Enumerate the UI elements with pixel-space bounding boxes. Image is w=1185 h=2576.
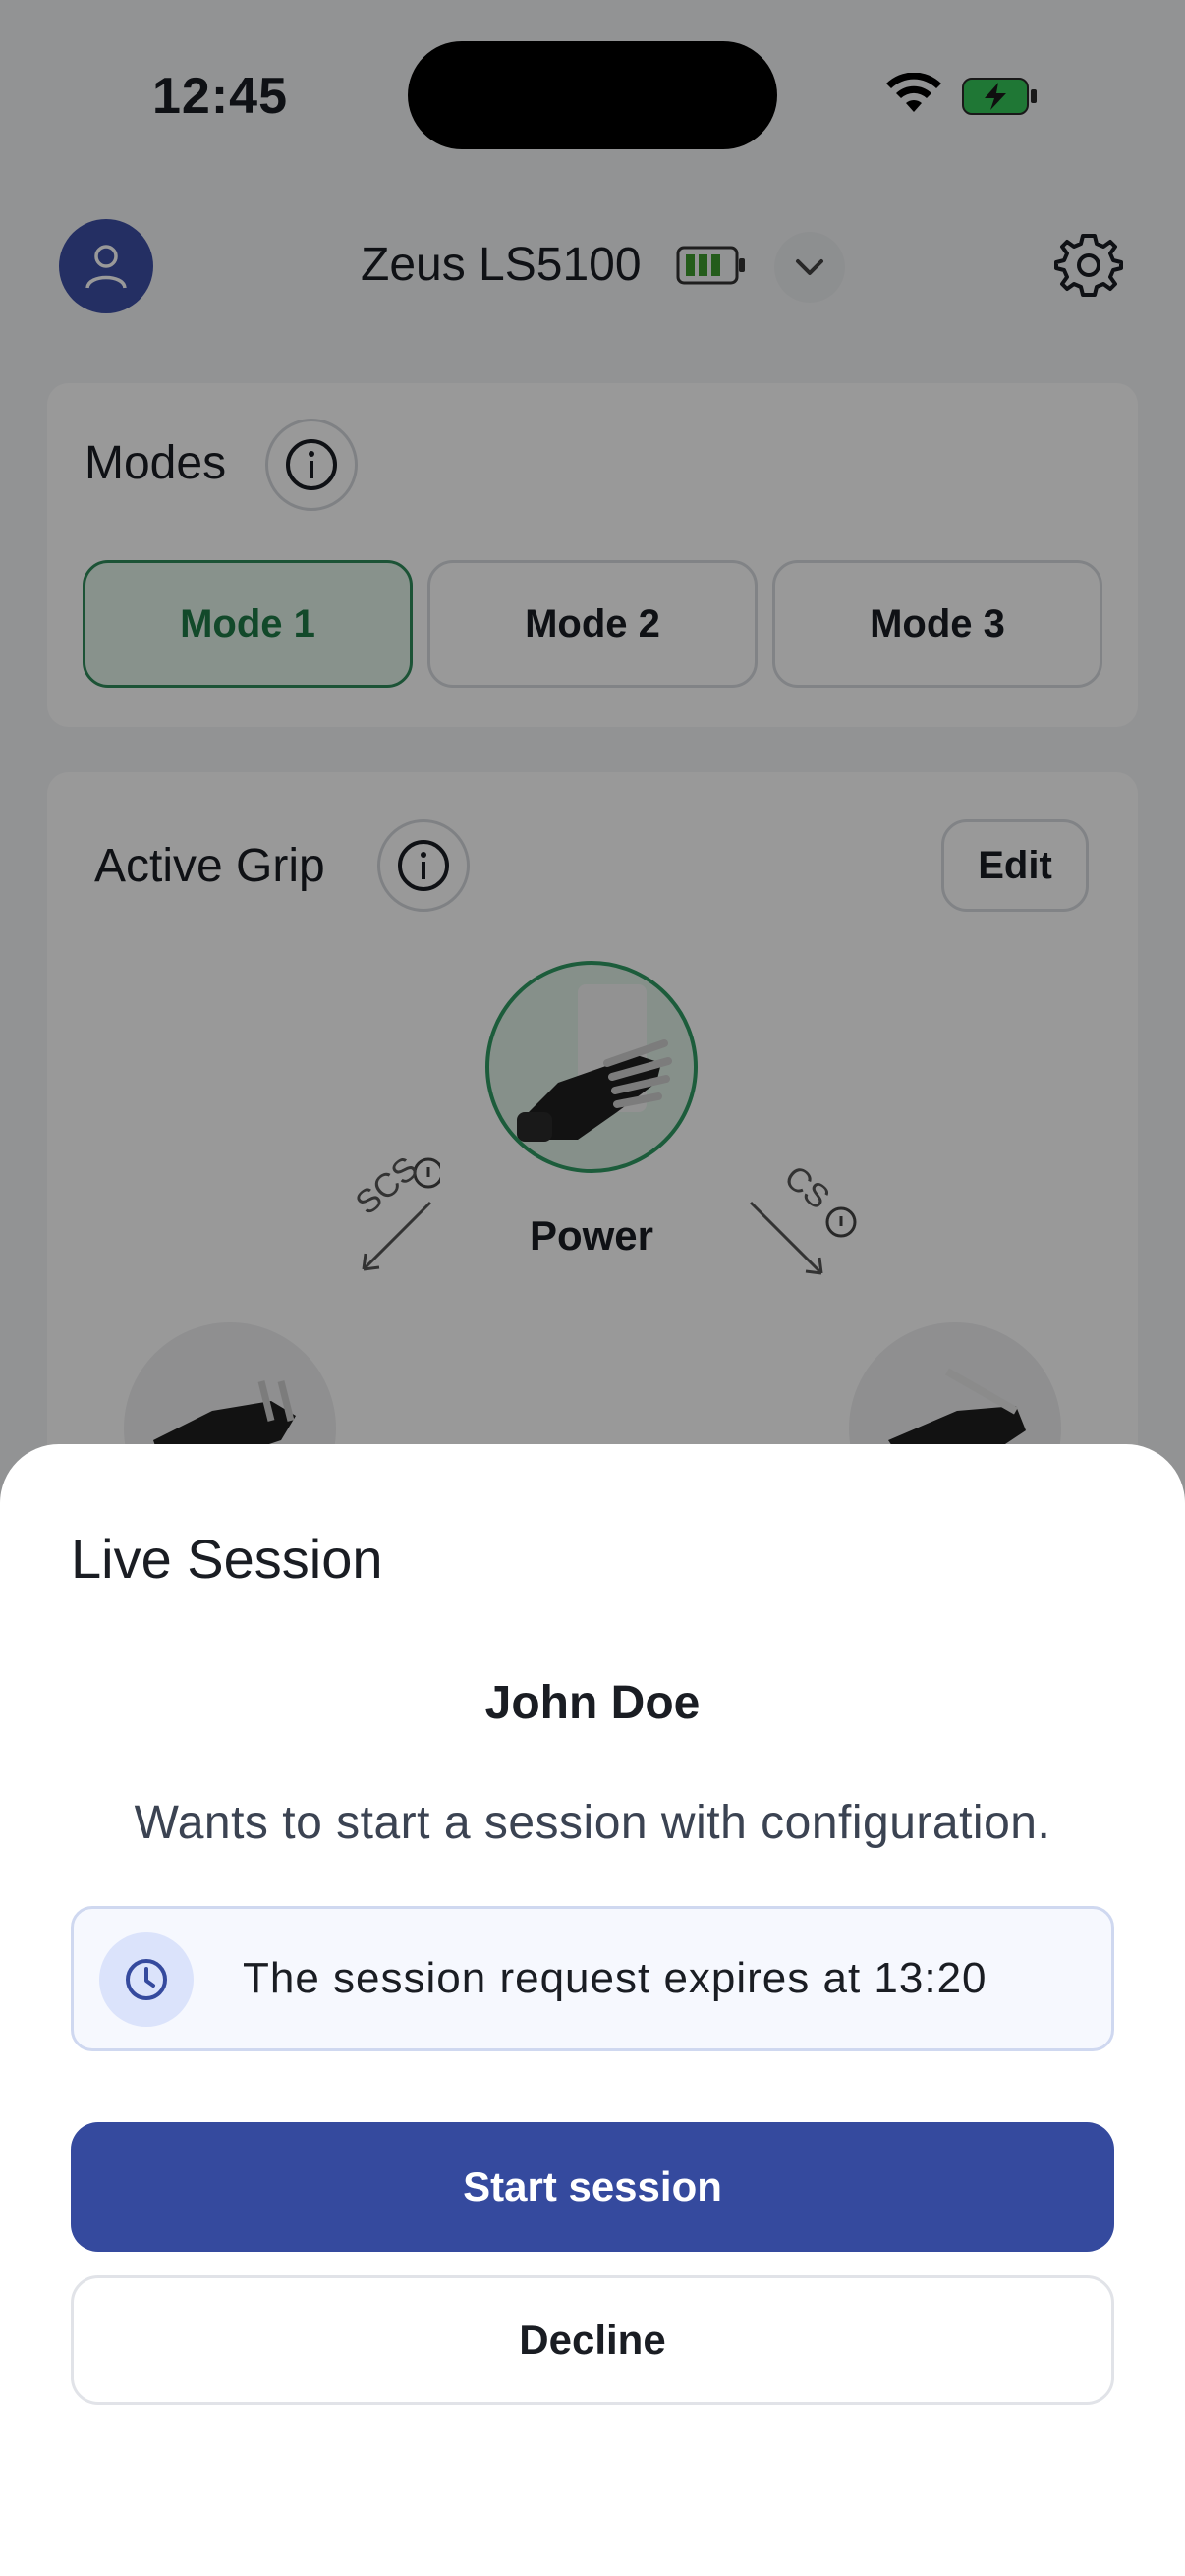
expiry-text: The session request expires at 13:20 <box>243 1954 988 2002</box>
clock-badge <box>99 1932 194 2027</box>
sheet-title: Live Session <box>71 1528 383 1590</box>
live-session-sheet: Live Session John Doe Wants to start a s… <box>0 1444 1185 2576</box>
clock-icon <box>126 1959 167 2000</box>
expiry-notice: The session request expires at 13:20 <box>71 1906 1114 2051</box>
decline-button[interactable]: Decline <box>71 2275 1114 2405</box>
request-message: Wants to start a session with configurat… <box>134 1797 1051 1849</box>
start-session-button[interactable]: Start session <box>71 2122 1114 2252</box>
requester-name: John Doe <box>484 1677 701 1729</box>
